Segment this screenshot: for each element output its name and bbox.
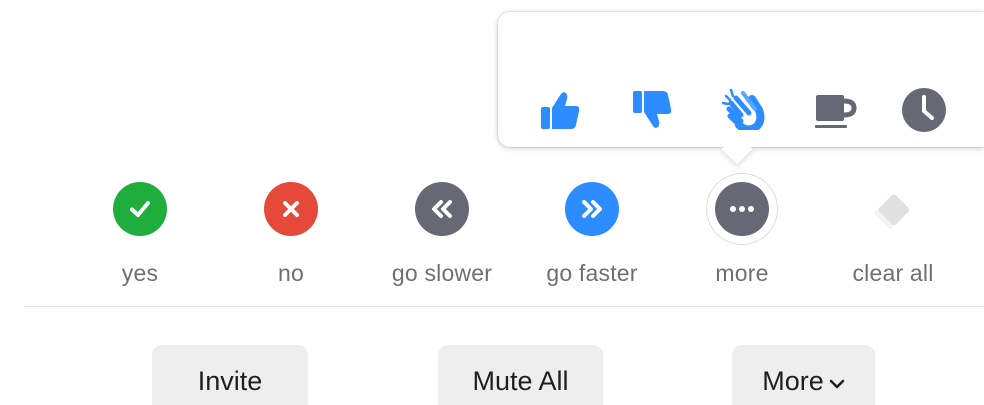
fast-forward-icon xyxy=(565,182,619,236)
divider xyxy=(25,306,984,307)
more-dropdown-button[interactable]: More xyxy=(732,345,875,405)
more-button-label: More xyxy=(762,365,824,396)
feedback-yes-button[interactable]: yes xyxy=(75,182,205,292)
feedback-label: go faster xyxy=(546,260,638,286)
checkmark-icon xyxy=(113,182,167,236)
rewind-icon xyxy=(415,182,469,236)
feedback-clear-all-button[interactable]: clear all xyxy=(828,182,958,292)
thumbs-down-reaction-button[interactable] xyxy=(626,84,678,136)
clock-icon xyxy=(902,88,946,132)
thumbs-down-icon xyxy=(633,91,672,128)
thumbs-up-icon xyxy=(541,92,580,129)
coffee-reaction-button[interactable] xyxy=(810,84,862,136)
feedback-label: go slower xyxy=(391,260,493,286)
invite-button-label: Invite xyxy=(197,365,263,396)
coffee-icon xyxy=(815,95,857,128)
participants-feedback-panel: yes no go slower go faster more clear al… xyxy=(0,0,984,405)
mute-all-button-label: Mute All xyxy=(472,365,569,396)
clock-reaction-button[interactable] xyxy=(898,84,950,136)
feedback-label: more xyxy=(715,260,769,286)
x-icon xyxy=(264,182,318,236)
clear-diamond-icon xyxy=(866,182,920,236)
feedback-label: no xyxy=(278,260,304,286)
clap-reaction-button[interactable] xyxy=(718,84,770,136)
clap-icon xyxy=(721,88,765,134)
reactions-popover xyxy=(498,12,984,147)
chevron-down-icon xyxy=(829,366,845,397)
invite-button[interactable]: Invite xyxy=(152,345,308,405)
feedback-label: clear all xyxy=(852,260,934,286)
feedback-go-slower-button[interactable]: go slower xyxy=(377,182,507,292)
thumbs-up-reaction-button[interactable] xyxy=(534,84,586,136)
feedback-label: yes xyxy=(121,260,159,286)
mute-all-button[interactable]: Mute All xyxy=(438,345,603,405)
feedback-more-button[interactable]: more xyxy=(677,174,807,292)
feedback-go-faster-button[interactable]: go faster xyxy=(527,182,657,292)
ellipsis-icon xyxy=(715,182,769,236)
feedback-no-button[interactable]: no xyxy=(226,182,356,292)
